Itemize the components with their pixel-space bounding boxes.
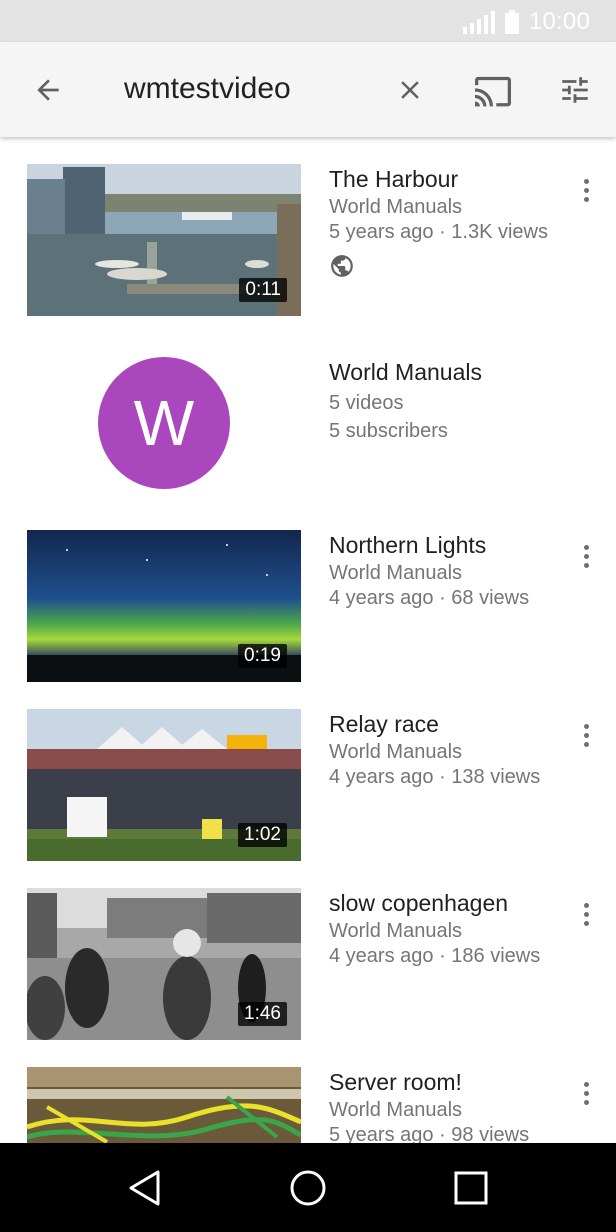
video-result-item[interactable]: 0:19 Northern Lights World Manuals 4 yea… [0,530,616,682]
channel-name: World Manuals [329,920,463,942]
video-result-item[interactable]: Server room! World Manuals 5 years ago ·… [0,1067,616,1143]
battery-icon [504,10,519,34]
channel-name: World Manuals [329,196,463,218]
video-title[interactable]: slow copenhagen [329,888,559,918]
globe-icon [329,253,355,279]
nav-back-icon[interactable] [120,1163,170,1213]
video-stats: 5 years ago · 98 views [329,1124,530,1143]
video-stats: 4 years ago · 186 views [329,945,541,967]
video-thumbnail[interactable]: 0:19 [27,530,301,682]
channel-subscriber-count: 5 subscribers [329,420,448,442]
nav-home-icon[interactable] [283,1163,333,1213]
video-thumbnail[interactable]: 1:46 [27,888,301,1040]
channel-name: World Manuals [329,1099,463,1121]
video-stats: 5 years ago · 1.3K views [329,221,548,243]
more-options-icon[interactable] [572,721,600,749]
video-title[interactable]: Server room! [329,1067,559,1097]
channel-result-item[interactable]: W World Manuals 5 videos 5 subscribers [0,342,616,492]
close-icon[interactable] [384,64,436,116]
video-duration: 0:19 [238,644,287,668]
status-bar: 10:00 [0,0,616,42]
channel-name: World Manuals [329,562,463,584]
video-thumbnail[interactable]: 1:02 [27,709,301,861]
more-options-icon[interactable] [572,542,600,570]
channel-avatar[interactable]: W [98,357,230,489]
video-thumbnail[interactable]: 0:11 [27,164,301,316]
channel-title[interactable]: World Manuals [329,357,482,387]
more-options-icon[interactable] [572,1079,600,1107]
status-time: 10:00 [528,8,590,35]
arrow-back-icon[interactable] [22,64,74,116]
nav-recents-icon[interactable] [446,1163,496,1213]
video-title[interactable]: The Harbour [329,164,559,194]
cast-icon[interactable] [467,64,519,116]
video-stats: 4 years ago · 68 views [329,587,530,609]
video-thumbnail[interactable] [27,1067,301,1143]
video-result-item[interactable]: 0:11 The Harbour World Manuals 5 years a… [0,164,616,316]
video-result-item[interactable]: 1:02 Relay race World Manuals 4 years ag… [0,709,616,861]
search-query-text[interactable]: wmtestvideo [124,72,291,106]
video-duration: 0:11 [239,278,287,302]
more-options-icon[interactable] [572,176,600,204]
video-title[interactable]: Northern Lights [329,530,559,560]
system-nav-bar [0,1143,616,1232]
video-result-item[interactable]: 1:46 slow copenhagen World Manuals 4 yea… [0,888,616,1040]
channel-video-count: 5 videos [329,392,404,414]
video-duration: 1:46 [238,1002,287,1026]
more-options-icon[interactable] [572,900,600,928]
search-results-list: 0:11 The Harbour World Manuals 5 years a… [0,137,616,1143]
video-stats: 4 years ago · 138 views [329,766,541,788]
search-toolbar: wmtestvideo [0,42,616,137]
signal-icon [462,10,495,34]
channel-name: World Manuals [329,741,463,763]
tune-icon[interactable] [549,64,601,116]
video-title[interactable]: Relay race [329,709,559,739]
video-duration: 1:02 [238,823,287,847]
